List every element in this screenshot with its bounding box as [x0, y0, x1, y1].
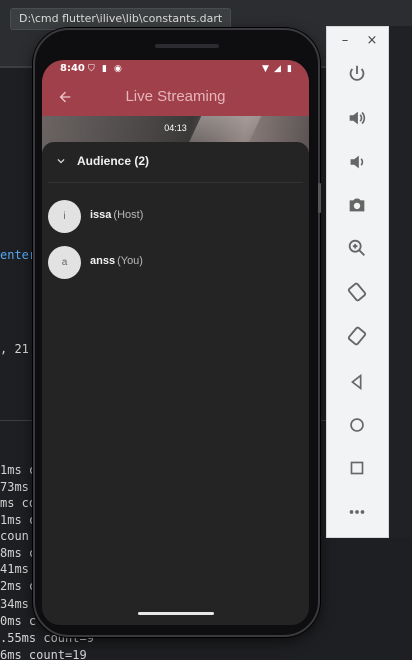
- list-item[interactable]: i issa (Host): [42, 198, 309, 234]
- console-line: coun: [0, 529, 29, 543]
- overview-square-icon[interactable]: [342, 453, 372, 483]
- console-line: 1ms c: [0, 513, 37, 527]
- status-bar: 8:40 ⛉ ▮ ◉ ▼ ◢ ▮: [42, 60, 309, 78]
- code-fragment-number: , 21: [0, 342, 29, 356]
- home-circle-icon[interactable]: [342, 410, 372, 440]
- more-icon[interactable]: [342, 497, 372, 527]
- zoom-icon[interactable]: [342, 233, 372, 263]
- phone-speaker: [155, 44, 219, 48]
- audience-title: Audience (2): [77, 154, 150, 168]
- console-line: 6ms count=19: [0, 648, 87, 660]
- console-line: ms co: [0, 496, 37, 510]
- code-fragment-center: enter: [0, 248, 37, 262]
- console-line: 34ms: [0, 597, 29, 611]
- signal-icon: ◢: [274, 64, 281, 74]
- file-path-tooltip: D:\cmd flutter\ilive\lib\constants.dart: [10, 8, 232, 30]
- status-time: 8:40: [60, 63, 85, 74]
- stream-timer: 04:13: [164, 123, 187, 133]
- battery-icon: ▮: [287, 64, 292, 74]
- phone-screen: 8:40 ⛉ ▮ ◉ ▼ ◢ ▮ Live Streaming 04:13 Au…: [42, 60, 309, 625]
- wifi-icon: ▼: [262, 64, 269, 74]
- rotate-right-icon[interactable]: [342, 321, 372, 351]
- member-role: (Host): [113, 209, 144, 221]
- volume-up-icon[interactable]: [342, 103, 372, 133]
- audience-sheet: Audience (2) i issa (Host) a anss (You): [42, 142, 309, 625]
- volume-down-icon[interactable]: [342, 147, 372, 177]
- back-triangle-icon[interactable]: [342, 367, 372, 397]
- member-username: issa: [90, 209, 112, 221]
- camera-icon[interactable]: [342, 190, 372, 220]
- home-indicator[interactable]: [138, 612, 214, 615]
- rotate-left-icon[interactable]: [342, 277, 372, 307]
- audience-header[interactable]: Audience (2): [42, 142, 309, 182]
- console-line: 1ms c: [0, 463, 37, 477]
- console-line: 0ms c: [0, 614, 37, 628]
- emulator-toolbar: – ×: [326, 26, 389, 538]
- close-button[interactable]: ×: [364, 33, 380, 49]
- list-item[interactable]: a anss (You): [42, 244, 309, 280]
- power-icon[interactable]: [342, 59, 372, 89]
- emulator-window-controls: – ×: [327, 27, 388, 55]
- member-username: anss: [90, 255, 116, 267]
- console-line: 2ms c: [0, 579, 37, 593]
- side-gutter: [389, 26, 412, 538]
- recording-icon: ◉: [114, 64, 122, 74]
- avatar: i: [48, 200, 81, 233]
- console-line: 41ms: [0, 562, 29, 576]
- chevron-down-icon[interactable]: [54, 154, 68, 168]
- member-name: anss (You): [90, 254, 143, 268]
- minimize-button[interactable]: –: [337, 33, 353, 49]
- shield-icon: ⛉: [88, 64, 95, 74]
- phone-side-button: [318, 183, 321, 213]
- console-line: 73ms: [0, 480, 29, 494]
- sheet-divider: [48, 182, 303, 183]
- avatar: a: [48, 246, 81, 279]
- page-title: Live Streaming: [125, 88, 226, 105]
- member-name: issa (Host): [90, 208, 143, 222]
- sim-card-icon: ▮: [102, 64, 107, 74]
- app-bar: Live Streaming: [42, 78, 309, 116]
- member-role: (You): [117, 255, 143, 267]
- console-line: 8ms c: [0, 546, 37, 560]
